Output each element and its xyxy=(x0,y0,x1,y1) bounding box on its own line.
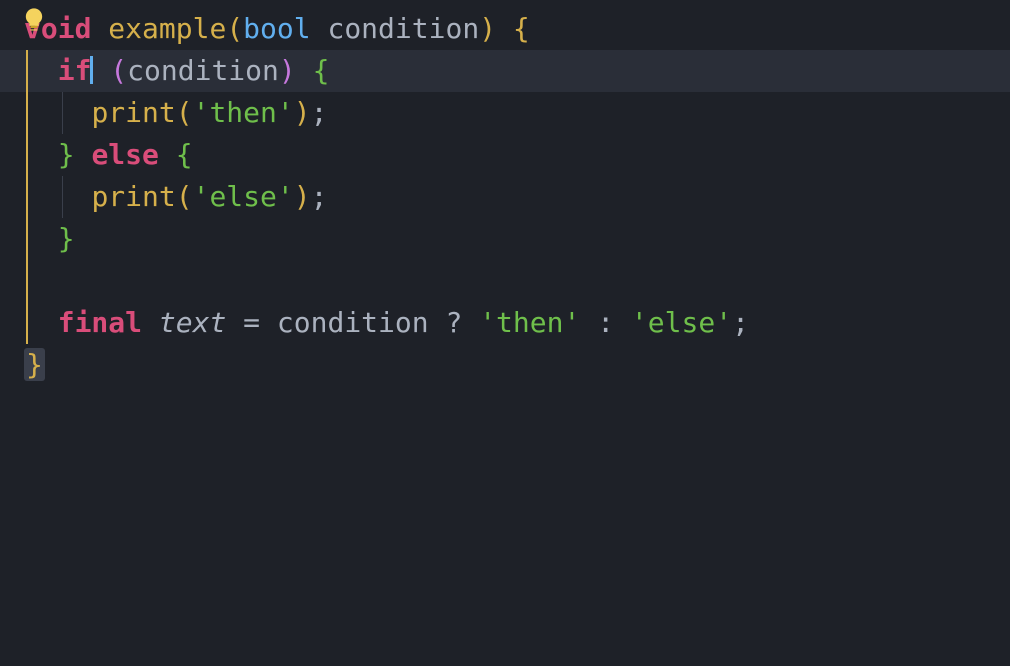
op-question: ? xyxy=(445,306,462,339)
paren-close: ) xyxy=(479,12,496,45)
brace-open: { xyxy=(513,12,530,45)
paren-open: ( xyxy=(176,180,193,213)
string-literal: 'then' xyxy=(193,96,294,129)
code-line[interactable]: } xyxy=(0,344,1010,386)
paren-open: ( xyxy=(110,54,127,87)
lightbulb-icon[interactable] xyxy=(20,4,48,32)
code-line-blank[interactable] xyxy=(0,260,1010,302)
string-literal: 'then' xyxy=(479,306,580,339)
code-editor[interactable]: void example(bool condition) { if (condi… xyxy=(0,0,1010,666)
paren-open: ( xyxy=(226,12,243,45)
code-line[interactable]: final text = condition ? 'then' : 'else'… xyxy=(0,302,1010,344)
paren-close: ) xyxy=(294,96,311,129)
code-line[interactable]: } xyxy=(0,218,1010,260)
paren-close: ) xyxy=(279,54,296,87)
call-name: print xyxy=(91,180,175,213)
brace-open: { xyxy=(176,138,193,171)
semicolon: ; xyxy=(732,306,749,339)
brace-close: } xyxy=(58,222,75,255)
op-colon: : xyxy=(597,306,614,339)
code-line[interactable]: print('then'); xyxy=(0,92,1010,134)
semicolon: ; xyxy=(311,180,328,213)
function-name: example xyxy=(108,12,226,45)
keyword-if: if xyxy=(58,54,92,87)
paren-close: ) xyxy=(294,180,311,213)
code-line[interactable]: print('else'); xyxy=(0,176,1010,218)
code-line-current[interactable]: if (condition) { xyxy=(0,50,1010,92)
code-line[interactable]: } else { xyxy=(0,134,1010,176)
keyword-final: final xyxy=(58,306,142,339)
identifier: condition xyxy=(277,306,429,339)
var-name: text xyxy=(159,306,226,339)
param-name: condition xyxy=(327,12,479,45)
semicolon: ; xyxy=(311,96,328,129)
string-literal: 'else' xyxy=(631,306,732,339)
keyword-else: else xyxy=(91,138,158,171)
string-literal: 'else' xyxy=(193,180,294,213)
brace-close: } xyxy=(58,138,75,171)
brace-open: { xyxy=(313,54,330,87)
text-caret xyxy=(90,56,93,84)
identifier: condition xyxy=(127,54,279,87)
op-assign: = xyxy=(243,306,260,339)
code-line[interactable]: void example(bool condition) { xyxy=(0,8,1010,50)
paren-open: ( xyxy=(176,96,193,129)
call-name: print xyxy=(91,96,175,129)
type-bool: bool xyxy=(243,12,310,45)
brace-close-matched: } xyxy=(24,348,45,381)
